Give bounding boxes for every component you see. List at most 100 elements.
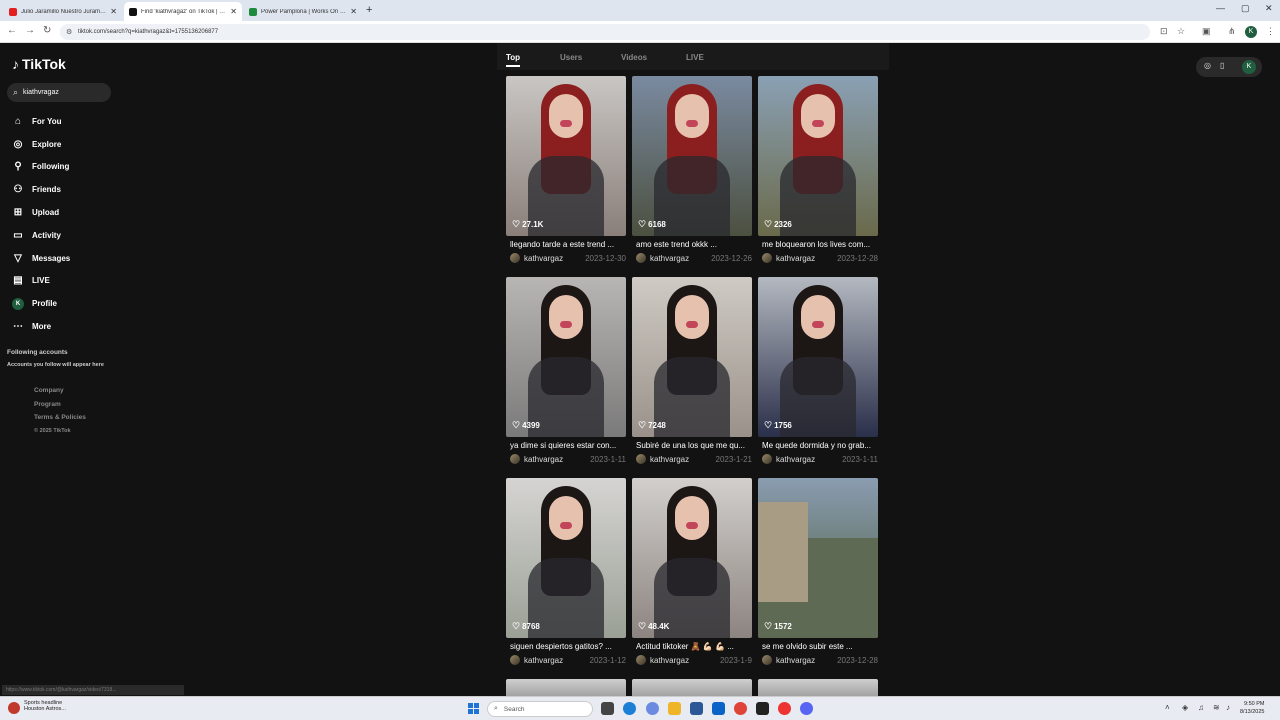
user-avatar[interactable] xyxy=(510,253,520,263)
news-widget[interactable]: Sports headline Houston Astros... xyxy=(8,700,66,714)
video-thumbnail[interactable]: ♡ 1572 xyxy=(758,478,878,638)
video-thumbnail[interactable]: ♡ 27.1K xyxy=(506,76,626,236)
compass-icon[interactable]: ◎ xyxy=(1204,61,1211,70)
close-icon[interactable]: ✕ xyxy=(110,7,117,16)
video-thumbnail[interactable]: ♡ 6168 xyxy=(632,76,752,236)
sidebar-item-for-you[interactable]: ⌂ For You xyxy=(12,110,70,133)
account-avatar[interactable]: K xyxy=(1242,60,1256,74)
username[interactable]: kathvargaz xyxy=(650,455,716,464)
video-thumbnail[interactable]: ♡ 48.4K xyxy=(632,478,752,638)
tab-live[interactable]: LIVE xyxy=(686,53,704,62)
username[interactable]: kathvargaz xyxy=(524,254,585,263)
discord-icon[interactable] xyxy=(800,702,813,715)
sidebar-item-explore[interactable]: ◎ Explore xyxy=(12,133,70,156)
username[interactable]: kathvargaz xyxy=(776,455,842,464)
browser-tab-3[interactable]: Power Pamplona | Works On C... ✕ xyxy=(244,2,362,21)
tiktok-logo[interactable]: ♪ TikTok xyxy=(12,56,66,72)
phone-icon[interactable]: ▯ xyxy=(1220,61,1224,70)
video-card[interactable]: ♡ 8768 siguen despiertos gatitos? ... kathv… xyxy=(506,478,626,668)
video-caption[interactable]: ya dime si quieres estar con... xyxy=(510,441,626,450)
new-tab-button[interactable]: + xyxy=(366,4,372,16)
sidebar-item-activity[interactable]: ▭ Activity xyxy=(12,224,70,247)
video-card[interactable]: ♡ 1572 se me olvido subir este ... kathvarg… xyxy=(758,478,878,668)
video-thumbnail[interactable] xyxy=(506,679,626,696)
footer-link-program[interactable]: Program xyxy=(34,401,86,415)
sidebar-item-upload[interactable]: ⊞ Upload xyxy=(12,201,70,224)
video-caption[interactable]: Me quede dormida y no grab... xyxy=(762,441,878,450)
username[interactable]: kathvargaz xyxy=(776,254,837,263)
user-avatar[interactable] xyxy=(762,253,772,263)
tab-videos[interactable]: Videos xyxy=(621,53,647,62)
video-thumbnail[interactable] xyxy=(632,679,752,696)
window-close-icon[interactable]: ✕ xyxy=(1265,3,1273,14)
site-info-icon[interactable]: ⚙ xyxy=(66,28,72,36)
sidepanel-icon[interactable]: ▣ xyxy=(1202,26,1211,37)
app-icon-2[interactable] xyxy=(778,702,791,715)
app-icon[interactable] xyxy=(756,702,769,715)
taskbar-search-input[interactable]: ⌕ Search xyxy=(487,701,593,717)
footer-link-terms[interactable]: Terms & Policies xyxy=(34,414,86,428)
tab-users[interactable]: Users xyxy=(560,53,582,62)
browser-profile-avatar[interactable]: K xyxy=(1245,26,1257,38)
video-caption[interactable]: siguen despiertos gatitos? ... xyxy=(510,642,626,651)
user-avatar[interactable] xyxy=(762,454,772,464)
file-explorer-icon[interactable] xyxy=(668,702,681,715)
video-thumbnail[interactable]: ♡ 1756 xyxy=(758,277,878,437)
close-icon[interactable]: ✕ xyxy=(350,7,357,16)
back-icon[interactable]: ← xyxy=(7,25,17,36)
username[interactable]: kathvargaz xyxy=(524,656,590,665)
edge-icon[interactable] xyxy=(623,702,636,715)
video-caption[interactable]: se me olvido subir este ... xyxy=(762,642,878,651)
outlook-icon[interactable] xyxy=(712,702,725,715)
browser-menu-icon[interactable]: ⋮ xyxy=(1266,26,1275,37)
browser-tab-1[interactable]: Julio Jaramillo Nuestro Juramento ✕ xyxy=(4,2,122,21)
sidebar-item-following[interactable]: ⚲ Following xyxy=(12,156,70,179)
video-card[interactable]: ♡ 1756 Me quede dormida y no grab... kathva… xyxy=(758,277,878,467)
taskview-icon[interactable] xyxy=(601,702,614,715)
network-icon[interactable]: ◈ xyxy=(1182,703,1188,712)
copilot-icon[interactable] xyxy=(646,702,659,715)
minimize-icon[interactable]: — xyxy=(1216,3,1225,13)
wifi-icon[interactable]: ≋ xyxy=(1213,703,1220,712)
clock[interactable]: 9:50 PM 8/13/2025 xyxy=(1240,700,1264,716)
video-thumbnail[interactable] xyxy=(758,679,878,696)
video-card[interactable]: ♡ 6168 amo este trend okkk ... kathvargaz 20… xyxy=(632,76,752,266)
user-avatar[interactable] xyxy=(762,655,772,665)
store-icon[interactable] xyxy=(690,702,703,715)
sidebar-item-friends[interactable]: ⚇ Friends xyxy=(12,178,70,201)
video-thumbnail[interactable]: ♡ 8768 xyxy=(506,478,626,638)
reload-icon[interactable]: ↻ xyxy=(43,25,51,36)
chevron-up-icon[interactable]: ˄ xyxy=(1165,703,1170,712)
chrome-icon[interactable] xyxy=(734,702,747,715)
username[interactable]: kathvargaz xyxy=(776,656,837,665)
video-card[interactable]: ♡ 2326 me bloquearon los lives com... kathv… xyxy=(758,76,878,266)
sidebar-item-more[interactable]: ⋯ More xyxy=(12,315,70,338)
user-avatar[interactable] xyxy=(636,253,646,263)
user-avatar[interactable] xyxy=(510,454,520,464)
username[interactable]: kathvargaz xyxy=(524,455,590,464)
video-card[interactable]: ♡ 48.4K Actitud tiktoker 🧸 💪🏻 💪🏻 ... kathva… xyxy=(632,478,752,668)
sidebar-item-profile[interactable]: K Profile xyxy=(12,292,70,315)
forward-icon[interactable]: → xyxy=(25,25,35,36)
bookmark-star-icon[interactable]: ☆ xyxy=(1177,26,1185,37)
video-thumbnail[interactable]: ♡ 2326 xyxy=(758,76,878,236)
windows-start-icon[interactable] xyxy=(468,703,480,715)
sidebar-item-messages[interactable]: ▽ Messages xyxy=(12,247,70,270)
video-caption[interactable]: llegando tarde a este trend ... xyxy=(510,240,626,249)
browser-tab-2[interactable]: Find 'kiathvragaz' on TikTok | TikTok Se… xyxy=(124,2,242,21)
username[interactable]: kathvargaz xyxy=(650,254,711,263)
install-icon[interactable]: ⊡ xyxy=(1160,26,1168,37)
sidebar-item-live[interactable]: ▤ LIVE xyxy=(12,270,70,293)
video-card[interactable]: ♡ 4399 ya dime si quieres estar con... kath… xyxy=(506,277,626,467)
username[interactable]: kathvargaz xyxy=(650,656,720,665)
close-icon[interactable]: ✕ xyxy=(230,7,237,16)
video-caption[interactable]: Actitud tiktoker 🧸 💪🏻 💪🏻 ... xyxy=(636,642,752,651)
user-avatar[interactable] xyxy=(636,655,646,665)
search-input[interactable]: ⌕ kiathvragaz xyxy=(7,83,111,102)
video-thumbnail[interactable]: ♡ 7248 xyxy=(632,277,752,437)
maximize-icon[interactable]: ▢ xyxy=(1241,3,1250,14)
mic-icon[interactable]: ♫ xyxy=(1198,703,1204,712)
footer-link-company[interactable]: Company xyxy=(34,387,86,401)
video-thumbnail[interactable]: ♡ 4399 xyxy=(506,277,626,437)
video-card[interactable]: ♡ 27.1K llegando tarde a este trend ... kat… xyxy=(506,76,626,266)
